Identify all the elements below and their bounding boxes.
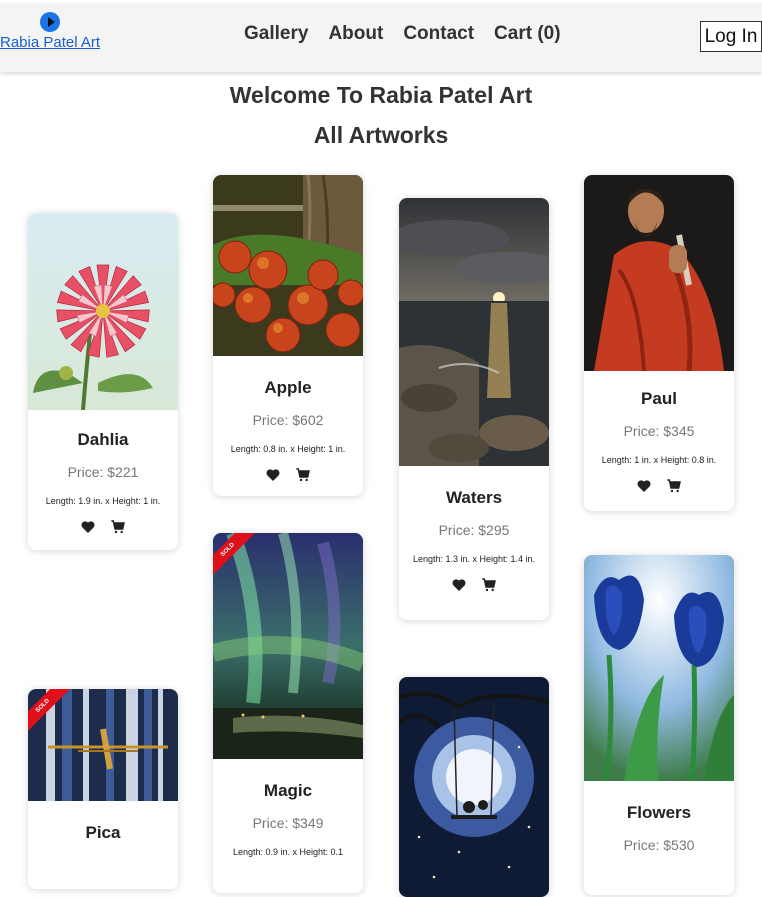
cart-icon[interactable] — [481, 577, 497, 593]
artwork-price: Price: $349 — [252, 815, 324, 831]
card-actions — [584, 478, 734, 494]
artwork-title: Apple — [264, 378, 312, 397]
card-actions — [399, 577, 549, 593]
artwork-dimensions: Length: 1.3 in. x Height: 1.4 in. — [412, 554, 536, 564]
welcome-heading: Welcome To Rabia Patel Art — [229, 82, 533, 108]
card-actions — [213, 467, 363, 483]
card-actions — [28, 519, 178, 535]
artwork-image-pica[interactable]: SOLD — [28, 689, 178, 801]
heart-icon[interactable] — [451, 577, 467, 593]
artwork-image-apple[interactable] — [213, 175, 363, 356]
cart-icon[interactable] — [666, 478, 682, 494]
nav-cart[interactable]: Cart (0) — [494, 23, 561, 45]
artwork-price: Price: $530 — [623, 837, 695, 853]
artwork-title: Paul — [641, 389, 677, 408]
heart-icon[interactable] — [636, 478, 652, 494]
artwork-image-waters[interactable] — [399, 198, 549, 466]
artwork-card-magic[interactable]: SOLD Magic Price: $349 Length: 0.9 in. x… — [213, 533, 363, 893]
heart-icon[interactable] — [265, 467, 281, 483]
heart-icon[interactable] — [80, 519, 96, 535]
brand-link[interactable]: Rabia Patel Art — [0, 34, 100, 51]
nav-gallery[interactable]: Gallery — [244, 23, 308, 45]
artwork-price: Price: $345 — [623, 423, 695, 439]
brand[interactable]: Rabia Patel Art — [0, 12, 100, 51]
artwork-card-waters[interactable]: Waters Price: $295 Length: 1.3 in. x Hei… — [399, 198, 549, 620]
artwork-title: Waters — [445, 488, 503, 507]
cart-icon[interactable] — [295, 467, 311, 483]
play-logo-icon[interactable] — [40, 12, 60, 32]
artwork-image-dahlia[interactable] — [28, 213, 178, 410]
artwork-image-paul[interactable] — [584, 175, 734, 371]
artwork-price: Price: $602 — [252, 412, 324, 428]
login-button[interactable]: Log In — [700, 21, 762, 52]
nav-contact[interactable]: Contact — [403, 23, 474, 45]
artwork-dimensions: Length: 1 in. x Height: 0.8 in. — [601, 455, 717, 465]
top-navigation-bar: Rabia Patel Art Gallery About Contact Ca… — [0, 3, 762, 72]
artwork-image-magic[interactable]: SOLD — [213, 533, 363, 759]
cart-icon[interactable] — [110, 519, 126, 535]
artwork-card-night-swing[interactable] — [399, 677, 549, 897]
artwork-price: Price: $221 — [67, 464, 139, 480]
artwork-dimensions: Length: 1.9 in. x Height: 1 in. — [45, 496, 161, 506]
main-nav: Gallery About Contact Cart (0) — [244, 23, 561, 45]
artwork-dimensions: Length: 0.8 in. x Height: 1 in. — [230, 444, 346, 454]
artwork-card-pica[interactable]: SOLD Pica — [28, 689, 178, 889]
artwork-title: Pica — [85, 823, 121, 842]
artwork-price: Price: $295 — [438, 522, 510, 538]
artwork-card-paul[interactable]: Paul Price: $345 Length: 1 in. x Height:… — [584, 175, 734, 511]
artwork-card-dahlia[interactable]: Dahlia Price: $221 Length: 1.9 in. x Hei… — [28, 213, 178, 550]
artwork-image-night-swing[interactable] — [399, 677, 549, 897]
nav-about[interactable]: About — [328, 23, 383, 45]
artwork-title: Flowers — [626, 803, 692, 822]
artworks-heading: All Artworks — [313, 122, 449, 148]
artwork-card-apple[interactable]: Apple Price: $602 Length: 0.8 in. x Heig… — [213, 175, 363, 496]
artwork-title: Magic — [263, 781, 313, 800]
artwork-dimensions: Length: 0.9 in. x Height: 0.1 — [232, 847, 344, 857]
artwork-card-flowers[interactable]: Flowers Price: $530 — [584, 555, 734, 895]
artwork-title: Dahlia — [77, 430, 129, 449]
artwork-image-flowers[interactable] — [584, 555, 734, 781]
